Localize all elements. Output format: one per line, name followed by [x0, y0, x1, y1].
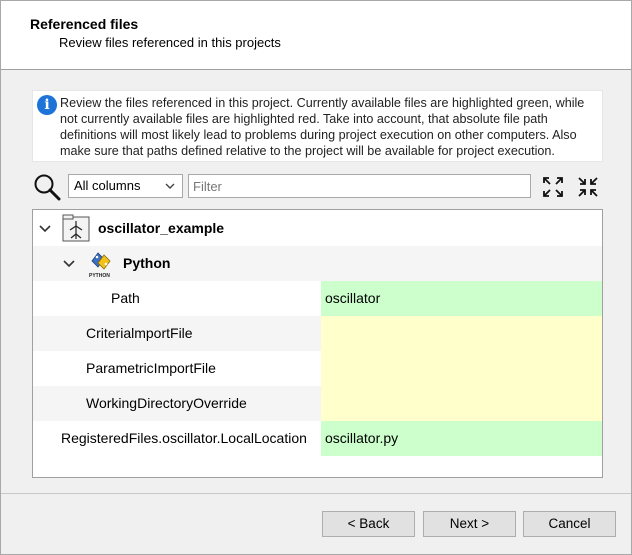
- table-row[interactable]: ParametricImportFile: [33, 351, 602, 386]
- referenced-files-tree[interactable]: oscillator_example PYTHON Python Path os…: [32, 209, 603, 478]
- footer-divider: [1, 493, 631, 494]
- cancel-button[interactable]: Cancel: [523, 511, 616, 537]
- property-value[interactable]: [321, 316, 602, 351]
- table-row[interactable]: WorkingDirectoryOverride: [33, 386, 602, 421]
- property-key: WorkingDirectoryOverride: [86, 395, 247, 411]
- property-key: RegisteredFiles.oscillator.LocalLocation: [61, 430, 307, 446]
- next-button[interactable]: Next >: [423, 511, 516, 537]
- chevron-down-icon: [165, 183, 175, 189]
- table-row[interactable]: RegisteredFiles.oscillator.LocalLocation…: [33, 421, 602, 456]
- search-icon: [34, 174, 61, 201]
- page-subtitle: Review files referenced in this projects: [59, 35, 281, 50]
- project-tree-icon: [62, 214, 90, 242]
- info-text: Review the files referenced in this proj…: [60, 96, 585, 158]
- python-icon: [91, 252, 111, 270]
- filter-input[interactable]: [188, 174, 531, 198]
- property-key: ParametricImportFile: [86, 360, 216, 376]
- property-value[interactable]: oscillator: [321, 281, 602, 316]
- wizard-header: Referenced files Review files referenced…: [1, 1, 631, 70]
- back-button[interactable]: < Back: [322, 511, 415, 537]
- property-value[interactable]: [321, 351, 602, 386]
- property-key: CriterialmportFile: [86, 325, 193, 341]
- python-icon-caption: PYTHON: [89, 273, 110, 279]
- project-label: oscillator_example: [98, 220, 225, 236]
- property-value[interactable]: [321, 386, 602, 421]
- table-row[interactable]: Path oscillator: [33, 281, 602, 316]
- tree-row-project[interactable]: oscillator_example: [33, 211, 602, 246]
- column-select[interactable]: All columns: [68, 174, 183, 198]
- expand-all-icon[interactable]: [541, 175, 565, 199]
- info-icon: i: [37, 95, 57, 115]
- property-value[interactable]: oscillator.py: [321, 421, 602, 456]
- info-panel: i Review the files referenced in this pr…: [32, 90, 603, 162]
- table-row[interactable]: CriterialmportFile: [33, 316, 602, 351]
- python-group-label: Python: [123, 255, 171, 271]
- property-key: Path: [111, 290, 140, 306]
- page-title: Referenced files: [30, 16, 139, 32]
- column-select-value: All columns: [74, 178, 141, 193]
- collapse-all-icon[interactable]: [576, 175, 600, 199]
- chevron-down-icon[interactable]: [62, 257, 76, 271]
- tree-row-python[interactable]: PYTHON Python: [33, 246, 602, 281]
- referenced-files-dialog: Referenced files Review files referenced…: [0, 0, 632, 555]
- chevron-down-icon[interactable]: [38, 222, 52, 236]
